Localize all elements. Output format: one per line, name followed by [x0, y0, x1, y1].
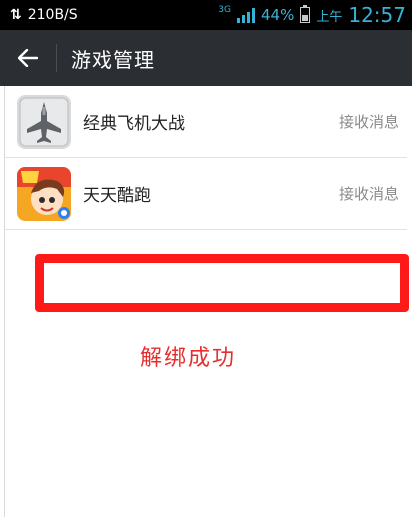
status-bar: ⇅ 210B/S 3G 44% 上午 12:57	[0, 0, 412, 30]
status-bar-right: 3G 44% 上午 12:57	[218, 3, 406, 27]
action-bar: 游戏管理	[0, 30, 412, 86]
usb-debug-icon: ⇅	[10, 7, 22, 23]
network-type: 3G	[218, 5, 231, 15]
list-item[interactable]: 天天酷跑 接收消息	[5, 158, 407, 230]
time-period: 上午	[316, 9, 343, 25]
game-name: 天天酷跑	[83, 186, 151, 206]
battery-percent: 44%	[261, 6, 295, 24]
game-list: 经典飞机大战 接收消息 天天酷跑 接收消息	[5, 86, 407, 230]
receive-message-button[interactable]: 接收消息	[339, 111, 399, 132]
game-name: 经典飞机大战	[83, 114, 185, 134]
highlight-box	[35, 254, 409, 312]
receive-message-button[interactable]: 接收消息	[339, 183, 399, 204]
arrow-left-icon	[18, 49, 38, 67]
net-speed: 210B/S	[27, 7, 78, 23]
fighter-jet-icon	[17, 94, 71, 149]
unbind-success-text: 解绑成功	[140, 346, 237, 371]
page-title: 游戏管理	[71, 47, 155, 72]
clock: 12:57	[348, 3, 406, 27]
battery-icon	[300, 5, 311, 23]
status-bar-left: ⇅ 210B/S	[10, 7, 78, 23]
list-item[interactable]: 经典飞机大战 接收消息	[5, 86, 407, 158]
signal-icon	[237, 7, 255, 23]
back-button[interactable]	[0, 30, 56, 86]
parkour-game-icon	[17, 166, 71, 221]
